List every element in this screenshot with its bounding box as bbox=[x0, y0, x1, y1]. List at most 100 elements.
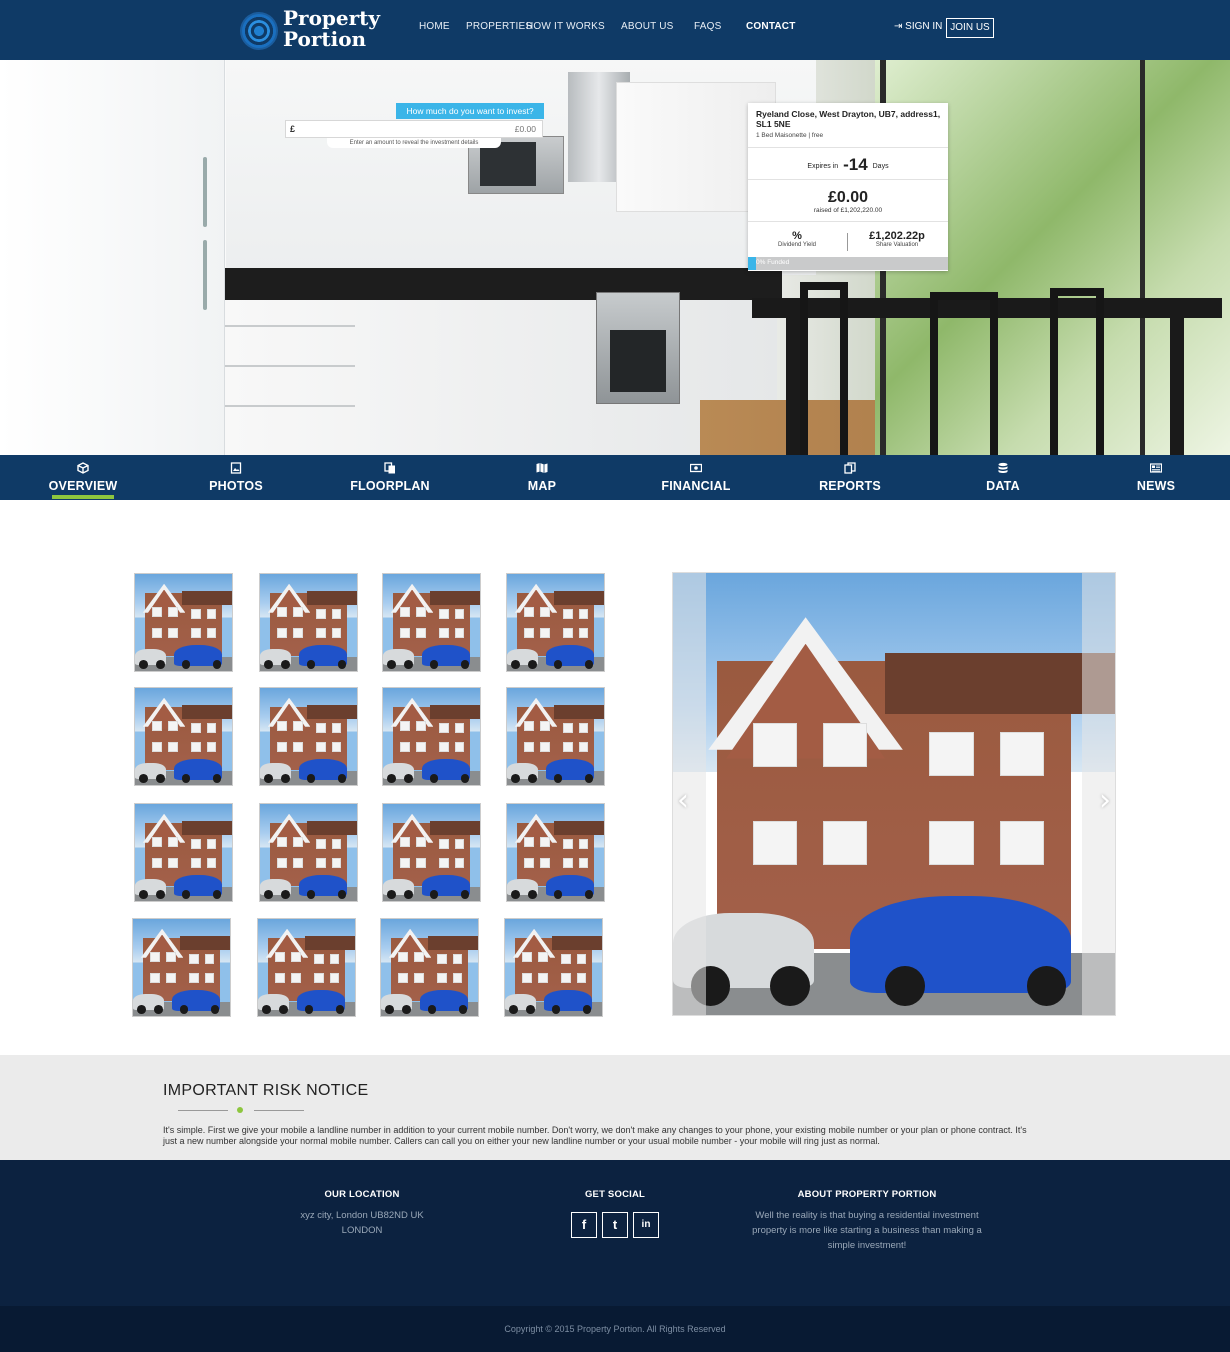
tab-data[interactable]: DATA bbox=[973, 455, 1033, 500]
photo-window bbox=[191, 742, 201, 752]
photo-wheel bbox=[263, 660, 273, 670]
nav-properties[interactable]: PROPERTIES bbox=[466, 21, 532, 32]
gallery-thumbnail[interactable] bbox=[134, 573, 233, 672]
gallery-thumbnail[interactable] bbox=[259, 573, 358, 672]
photo-window bbox=[452, 953, 463, 964]
photo-window bbox=[204, 973, 215, 983]
nav-faqs[interactable]: FAQS bbox=[694, 21, 721, 32]
photo-window bbox=[400, 606, 411, 617]
logo-line-1: Property bbox=[283, 6, 381, 30]
photo-window bbox=[206, 608, 217, 619]
photo-window bbox=[752, 723, 797, 768]
twitter-icon[interactable]: t bbox=[602, 1212, 628, 1238]
photo-window bbox=[292, 858, 303, 868]
money-icon bbox=[690, 463, 702, 473]
tab-reports-label: REPORTS bbox=[819, 479, 881, 493]
linkedin-icon[interactable]: in bbox=[633, 1212, 659, 1238]
logo-text: Property Portion bbox=[283, 8, 380, 50]
photo-window bbox=[415, 606, 426, 617]
gallery-thumbnail[interactable] bbox=[380, 918, 479, 1017]
photo-window bbox=[206, 838, 217, 849]
gallery-thumbnail[interactable] bbox=[259, 687, 358, 786]
hero-fridge-handle bbox=[203, 240, 207, 310]
photo-window bbox=[167, 858, 178, 868]
thumbnail-photo bbox=[381, 919, 478, 1016]
expiry-prefix: Expires in bbox=[807, 163, 839, 170]
thumbnail-photo bbox=[260, 574, 357, 671]
chevron-right-icon[interactable]: › bbox=[1099, 783, 1111, 818]
gallery-thumbnail[interactable] bbox=[506, 687, 605, 786]
photo-window bbox=[277, 720, 288, 731]
gallery-thumbnail[interactable] bbox=[382, 803, 481, 902]
photo-window bbox=[454, 628, 465, 638]
hero-drawer-line bbox=[222, 365, 355, 367]
sign-in-label: SIGN IN bbox=[905, 21, 943, 32]
photo-window bbox=[191, 608, 201, 619]
invest-widget: How much do you want to invest? £ Enter … bbox=[285, 103, 544, 148]
gallery-thumbnail[interactable] bbox=[382, 573, 481, 672]
cube-icon bbox=[77, 462, 89, 474]
gallery-thumbnail[interactable] bbox=[506, 803, 605, 902]
gallery-thumbnail[interactable] bbox=[382, 687, 481, 786]
photo-window bbox=[152, 742, 163, 752]
tab-overview[interactable]: OVERVIEW bbox=[42, 455, 124, 500]
nav-home[interactable]: HOME bbox=[419, 21, 450, 32]
nav-contact[interactable]: CONTACT bbox=[746, 21, 796, 32]
hero-image: How much do you want to invest? £ Enter … bbox=[0, 60, 1230, 455]
photo-window bbox=[314, 953, 324, 964]
photo-window bbox=[524, 742, 535, 752]
tab-floorplan[interactable]: FLOORPLAN bbox=[345, 455, 435, 500]
gallery-thumbnail[interactable] bbox=[506, 573, 605, 672]
database-icon bbox=[998, 462, 1008, 473]
divider-dot bbox=[237, 1107, 243, 1113]
thumbnail-photo bbox=[135, 574, 232, 671]
tab-news[interactable]: NEWS bbox=[1126, 455, 1186, 500]
nav-about-us[interactable]: ABOUT US bbox=[621, 21, 674, 32]
gallery-thumbnail[interactable] bbox=[257, 918, 356, 1017]
tab-photos[interactable]: PHOTOS bbox=[196, 455, 276, 500]
hero-chair bbox=[1050, 288, 1104, 455]
photo-window bbox=[275, 973, 286, 983]
photo-window bbox=[277, 606, 288, 617]
invest-field[interactable]: £ bbox=[285, 120, 543, 138]
photo-window bbox=[191, 722, 201, 733]
nav-how-it-works[interactable]: HOW IT WORKS bbox=[526, 21, 605, 32]
divider bbox=[748, 221, 948, 222]
photo-window bbox=[150, 951, 161, 962]
photo-roof bbox=[181, 591, 232, 606]
invest-amount-input[interactable] bbox=[300, 122, 540, 136]
thumbnail-photo bbox=[258, 919, 355, 1016]
hero-microwave-door bbox=[480, 142, 536, 186]
divider bbox=[748, 179, 948, 180]
dividend-yield-value: % bbox=[792, 230, 802, 242]
funding-progress-fill bbox=[748, 257, 756, 270]
photo-window bbox=[150, 973, 161, 983]
photo-wheel bbox=[386, 774, 396, 784]
photo-window bbox=[165, 951, 176, 962]
photo-window bbox=[204, 953, 215, 964]
facebook-icon[interactable]: f bbox=[571, 1212, 597, 1238]
photo-window bbox=[331, 628, 342, 638]
tab-data-label: DATA bbox=[986, 479, 1020, 493]
photo-window bbox=[206, 628, 217, 638]
photo-window bbox=[539, 858, 550, 868]
photo-window bbox=[329, 953, 340, 964]
photo-window bbox=[539, 628, 550, 638]
tab-map[interactable]: MAP bbox=[512, 455, 572, 500]
chevron-left-icon[interactable]: ‹ bbox=[677, 783, 689, 818]
photo-window bbox=[400, 628, 411, 638]
sign-in-link[interactable]: ⇥ SIGN IN bbox=[894, 21, 942, 32]
property-card: Ryeland Close, West Drayton, UB7, addres… bbox=[748, 103, 948, 271]
logo[interactable]: Property Portion bbox=[240, 8, 390, 54]
gallery-thumbnail[interactable] bbox=[504, 918, 603, 1017]
tab-photos-label: PHOTOS bbox=[209, 479, 263, 493]
tab-reports[interactable]: REPORTS bbox=[810, 455, 890, 500]
gallery-thumbnail[interactable] bbox=[132, 918, 231, 1017]
gallery-thumbnail[interactable] bbox=[134, 687, 233, 786]
join-us-button[interactable]: JOIN US bbox=[946, 18, 994, 38]
gallery-thumbnail[interactable] bbox=[259, 803, 358, 902]
tab-financial[interactable]: FINANCIAL bbox=[656, 455, 736, 500]
gallery-thumbnail[interactable] bbox=[134, 803, 233, 902]
photo-roof bbox=[553, 591, 604, 606]
property-expiry: Expires in -14 Days bbox=[748, 155, 948, 175]
